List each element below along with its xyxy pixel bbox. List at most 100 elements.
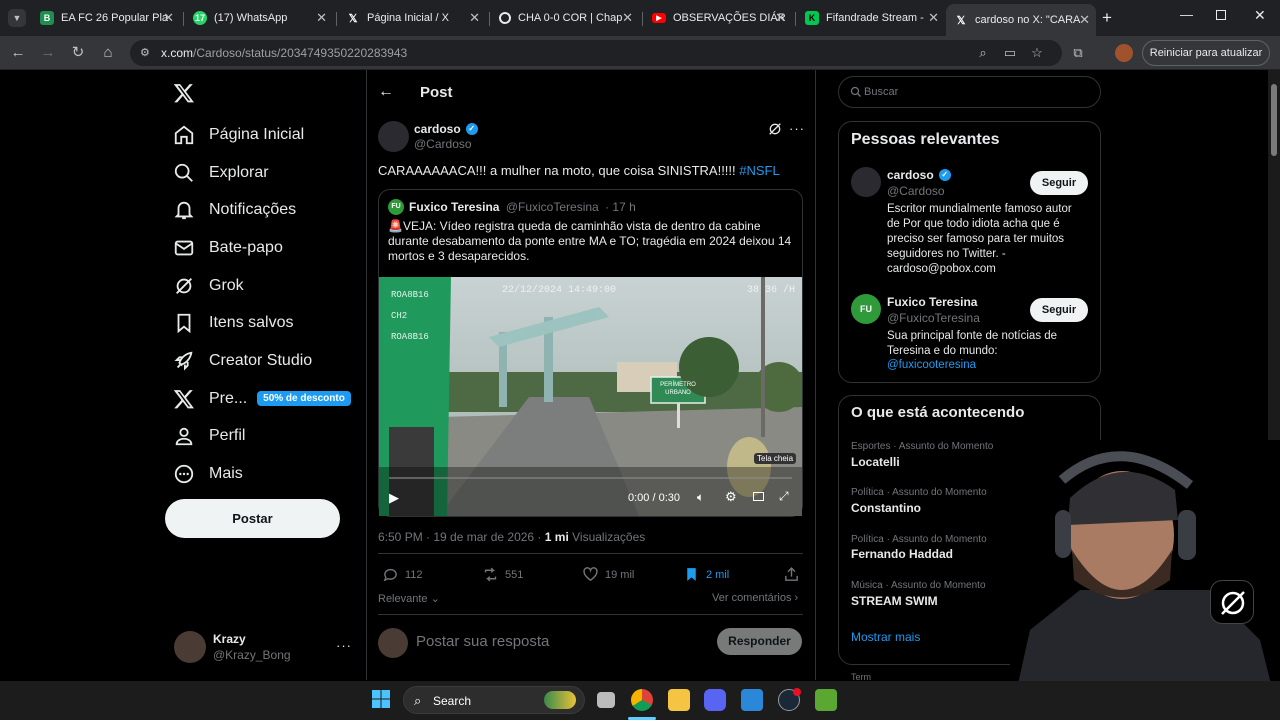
search-input[interactable]: Buscar [838,76,1101,108]
trend-name[interactable]: Locatelli [851,455,900,469]
tab-twitch[interactable]: K Fifandrade Stream - ✕ [797,6,945,30]
chrome-icon[interactable] [631,689,653,711]
author-avatar[interactable] [378,121,409,152]
tab-x-home[interactable]: 𝕏 Página Inicial / X ✕ [338,6,486,30]
hashtag-link[interactable]: #NSFL [739,163,779,178]
author-name[interactable]: cardoso ✓ [414,122,478,136]
author-handle[interactable]: @Cardoso [414,137,472,151]
x-logo-icon[interactable] [173,82,195,109]
trend-name[interactable]: Fernando Haddad [851,547,953,561]
like-button[interactable]: 19 mil [582,566,634,583]
video-player[interactable]: ROA8B16 CH2 ROA8B16 22/12/2024 14:49:00 … [379,277,802,516]
trend-name[interactable]: Constantino [851,501,921,515]
close-tab-icon[interactable]: ✕ [928,10,939,26]
reply-button[interactable]: 112 [382,566,423,583]
site-info-icon[interactable]: ⚙ [140,46,150,59]
task-view-icon[interactable] [597,692,615,708]
back-arrow-icon[interactable]: ← [378,83,394,101]
zoom-icon[interactable]: ⌕ [975,45,991,61]
account-switcher[interactable]: Krazy @Krazy_Bong ··· [172,628,352,668]
bookmark-button[interactable]: 2 mil [683,566,729,583]
follow-button-fuxico[interactable]: Seguir [1030,298,1088,322]
close-window-button[interactable]: ✕ [1254,7,1266,24]
compose-post-button[interactable]: Postar [165,499,340,538]
discord-icon[interactable] [704,689,726,711]
new-tab-button[interactable]: + [1102,8,1112,28]
x-icon: 𝕏 [956,14,966,27]
tab-search-button[interactable]: ▼ [8,9,26,27]
quote-author-handle: @FuxicoTeresina [505,200,599,214]
nav-home[interactable]: Página Inicial [172,120,304,150]
tab-futbin[interactable]: B EA FC 26 Popular Pla ✕ [32,6,180,30]
person-bio: Sua principal fonte de notícias de Teres… [887,330,1058,357]
nav-creator-studio[interactable]: Creator Studio [172,346,312,376]
youtube-icon: ▶ [652,13,666,23]
close-tab-icon[interactable]: ✕ [316,10,327,26]
tab-youtube[interactable]: ▶ OBSERVAÇÕES DIÁR ✕ [644,6,792,30]
close-tab-icon[interactable]: ✕ [1079,12,1090,28]
extensions-icon[interactable]: ⧉ [1070,45,1086,61]
nav-notifications[interactable]: Notificações [172,195,296,225]
reload-icon[interactable]: ↻ [68,44,88,62]
play-icon[interactable]: ▶ [389,490,399,506]
trend-meta: Esportes · Assunto do Momento [851,441,994,452]
person-bio-link[interactable]: @fuxicooteresina [887,359,976,371]
restore-button[interactable] [1216,10,1226,20]
star-icon[interactable]: ☆ [1029,45,1045,61]
home-icon [172,123,196,147]
post-more-icon[interactable]: ··· [789,121,805,136]
home-browser-icon[interactable]: ⌂ [98,44,118,62]
install-app-icon[interactable]: ▭ [1002,45,1018,61]
tab-whatsapp[interactable]: 17 (17) WhatsApp ✕ [185,6,333,30]
restart-update-button[interactable]: Reiniciar para atualizar [1142,40,1270,66]
reply-input[interactable]: Postar sua resposta [416,633,706,650]
person-bio: Escritor mundialmente famoso autor de Po… [887,203,1072,275]
nav-grok[interactable]: Grok [172,271,244,301]
minimize-button[interactable]: — [1180,7,1193,22]
show-more-link[interactable]: Mostrar mais [851,630,920,644]
taskbar-search[interactable]: ⌕ Search [403,686,585,714]
follow-button-cardoso[interactable]: Seguir [1030,171,1088,195]
reply-button-submit[interactable]: Responder [717,628,802,655]
nav-profile[interactable]: Perfil [172,421,245,451]
person-avatar[interactable]: FU [851,294,881,324]
volume-icon[interactable]: 🔈︎ [697,490,704,505]
grok-floating-button[interactable] [1210,580,1254,624]
close-tab-icon[interactable]: ✕ [622,10,633,26]
nav-bookmarks[interactable]: Itens salvos [172,308,293,338]
fullscreen-icon[interactable]: ⤢ [779,489,789,504]
close-tab-icon[interactable]: ✕ [469,10,480,26]
url-text[interactable]: x.com/Cardoso/status/2034749350220283943 [161,46,407,60]
person-name[interactable]: Fuxico Teresina [887,295,977,309]
tab-x-post-active[interactable]: 𝕏 cardoso no X: "CARA ✕ [946,4,1096,36]
windows-start-icon[interactable] [372,690,390,708]
back-icon[interactable]: ← [8,44,28,62]
file-explorer-icon[interactable] [668,689,690,711]
view-comments-link[interactable]: Ver comentários › [712,592,798,604]
tab-flashscore[interactable]: CHA 0-0 COR | Chap ✕ [491,6,639,30]
nav-more[interactable]: Mais [172,459,243,489]
forward-icon[interactable]: → [38,44,58,62]
nav-premium[interactable]: Pre... [172,384,247,414]
repost-button[interactable]: 551 [482,566,523,583]
grok-explain-icon[interactable] [767,121,783,142]
photos-icon[interactable] [741,689,763,711]
trend-name[interactable]: STREAM SWIM [851,594,938,608]
fullscreen-tooltip: Tela cheia [754,453,797,464]
sort-dropdown[interactable]: Relevante ⌄ [378,592,440,605]
close-tab-icon[interactable]: ✕ [163,10,174,26]
app-icon[interactable] [815,689,837,711]
nav-chat[interactable]: Bate-papo [172,233,283,263]
close-tab-icon[interactable]: ✕ [775,10,786,26]
share-button[interactable] [783,566,806,583]
chevron-right-icon: › [791,592,799,604]
person-name[interactable]: cardoso ✓ [887,168,951,182]
person-avatar[interactable] [851,167,881,197]
post-text: CARAAAAAACA!!! a mulher na moto, que coi… [378,163,780,178]
settings-icon[interactable]: ⚙ [725,489,737,505]
nav-explore[interactable]: Explorar [172,158,269,188]
search-icon: ⌕ [414,693,422,708]
profile-avatar[interactable] [1115,44,1133,62]
scrollbar-thumb[interactable] [1271,84,1277,156]
picture-in-picture-icon[interactable] [753,492,764,501]
